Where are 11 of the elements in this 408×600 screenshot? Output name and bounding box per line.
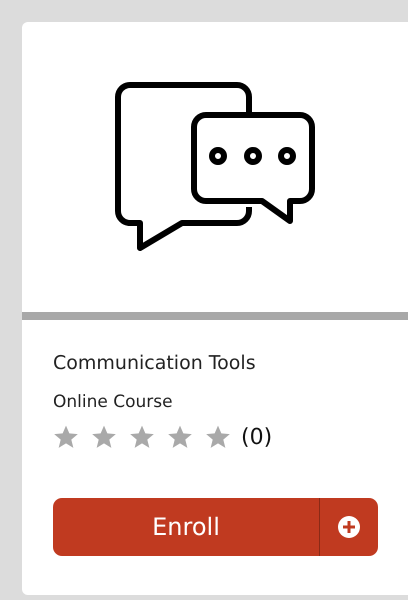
star-icon (91, 424, 117, 450)
star-icon (129, 424, 155, 450)
star-icon (53, 424, 79, 450)
plus-icon (338, 516, 360, 538)
enroll-button[interactable]: Enroll (53, 498, 378, 556)
star-icon (167, 424, 193, 450)
star-icon (205, 424, 231, 450)
chat-bubbles-icon (113, 81, 317, 253)
course-type: Online Course (53, 391, 174, 414)
course-title: Communication Tools (53, 351, 257, 376)
rating-count: (0) (241, 424, 272, 450)
